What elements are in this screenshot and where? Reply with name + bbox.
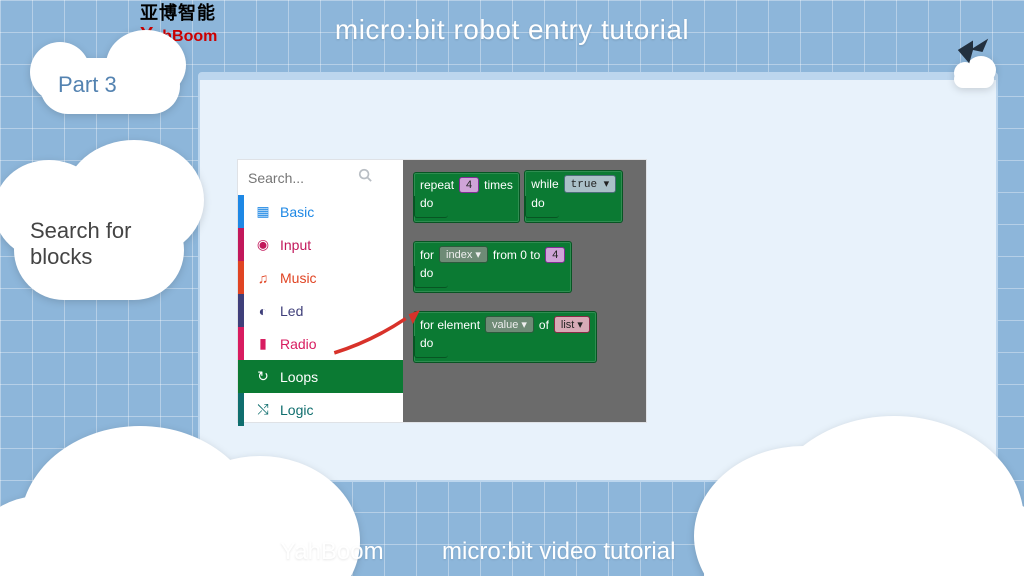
for-var[interactable]: index ▾ (439, 246, 488, 263)
category-color-bar (238, 228, 244, 261)
category-color-bar (238, 393, 244, 426)
description-text: Search for blocks (30, 218, 132, 269)
logic-icon: ⤭ (254, 401, 272, 418)
led-icon: ◐ (254, 303, 272, 319)
category-input[interactable]: ◉ Input (238, 228, 403, 261)
music-icon: ♫ (254, 270, 272, 286)
bird-icon (954, 36, 992, 71)
footer-brand: YahBoom (280, 538, 384, 566)
category-label: Basic (280, 204, 314, 220)
basic-icon: ▦ (254, 203, 272, 220)
category-color-bar (238, 261, 244, 294)
radio-icon: ▮ (254, 335, 272, 352)
foreach-var[interactable]: value ▾ (485, 316, 534, 333)
decorative-cloud (954, 70, 994, 88)
search-row (238, 160, 403, 195)
category-label: Loops (280, 369, 318, 385)
category-music[interactable]: ♫ Music (238, 261, 403, 294)
while-condition[interactable]: true ▾ (564, 175, 617, 193)
description-cloud: Search for blocks (14, 200, 184, 300)
category-color-bar (238, 294, 244, 327)
loops-icon: ↻ (254, 368, 272, 385)
input-icon: ◉ (254, 236, 272, 253)
block-foreach[interactable]: for element value ▾ of list ▾ do (413, 311, 597, 363)
makecode-editor: ▦ Basic ◉ Input ♫ Music ◐ Led ▮ Radio ↻ Loops ⤭ Logic… (238, 160, 646, 422)
category-label: Led (280, 303, 303, 319)
category-color-bar (238, 327, 244, 360)
for-to[interactable]: 4 (545, 247, 565, 263)
category-label: Music (280, 270, 317, 286)
category-led[interactable]: ◐ Led (238, 294, 403, 327)
part-label: Part 3 (58, 72, 117, 97)
part-cloud: Part 3 (40, 58, 180, 114)
search-icon[interactable] (358, 168, 372, 187)
category-radio[interactable]: ▮ Radio (238, 327, 403, 360)
toolbox: ▦ Basic ◉ Input ♫ Music ◐ Led ▮ Radio ↻ Loops ⤭ Logic (238, 160, 403, 422)
page-title: micro:bit robot entry tutorial (335, 14, 689, 46)
category-label: Input (280, 237, 311, 253)
block-while[interactable]: while true ▾ do (524, 170, 623, 223)
category-color-bar (238, 195, 244, 228)
repeat-count[interactable]: 4 (459, 177, 479, 193)
category-loops[interactable]: ↻ Loops (238, 360, 403, 393)
block-repeat[interactable]: repeat 4 times do (413, 172, 520, 223)
category-label: Logic (280, 402, 313, 418)
brand-cn: 亚博智能 (140, 4, 217, 24)
foreach-list[interactable]: list ▾ (554, 316, 590, 333)
category-logic[interactable]: ⤭ Logic (238, 393, 403, 426)
footer-cloud-right (704, 496, 1024, 576)
block-for[interactable]: for index ▾ from 0 to 4 do (413, 241, 572, 293)
category-label: Radio (280, 336, 317, 352)
category-basic[interactable]: ▦ Basic (238, 195, 403, 228)
search-input[interactable] (248, 170, 358, 186)
footer-subtitle: micro:bit video tutorial (442, 538, 675, 566)
block-flyout: repeat 4 times do while true ▾ do for in… (403, 160, 646, 422)
